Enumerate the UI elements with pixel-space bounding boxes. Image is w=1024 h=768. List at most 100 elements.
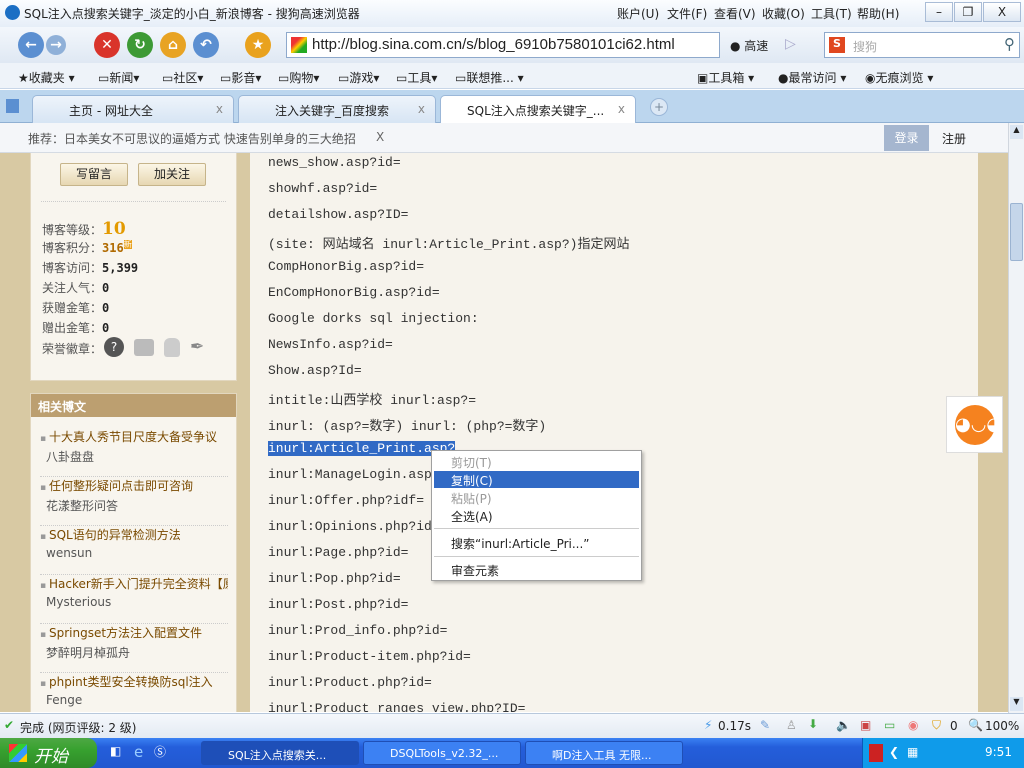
window-title: SQL注入点搜索关键字_淡定的小白_新浪博客 - 搜狗高速浏览器: [24, 7, 360, 21]
edit-icon[interactable]: ✎: [760, 718, 770, 732]
most-visited-button[interactable]: ●最常访问 ▾: [778, 69, 846, 86]
leave-message-button[interactable]: 写留言: [60, 163, 128, 186]
badge-lock-icon[interactable]: [164, 338, 180, 357]
search-icon[interactable]: ⚲: [1004, 35, 1015, 53]
stat-level: 博客等级：10: [42, 219, 126, 239]
status-text[interactable]: 完成 (网页评级: 2 级): [20, 719, 137, 736]
menu-account[interactable]: 账户(U): [617, 5, 659, 22]
related-post[interactable]: 十大真人秀节目尺度大备受争议八卦盘盘: [40, 428, 228, 477]
tray-expand-icon[interactable]: ❮: [889, 745, 899, 759]
menu-item-cut[interactable]: 剪切(T): [434, 453, 639, 470]
tray-app-icon[interactable]: [869, 744, 883, 762]
sogou-logo-icon: [5, 5, 20, 20]
badge-camera-icon[interactable]: [134, 339, 154, 356]
bookmark-news[interactable]: ▭新闻▾: [98, 69, 139, 86]
search-input[interactable]: S 搜狗 ⚲: [824, 32, 1020, 58]
article-line: inurl:Product_ranges_view.php?ID=: [268, 701, 526, 712]
zoom-icon[interactable]: 🔍: [968, 718, 983, 732]
start-button[interactable]: 开始: [0, 738, 97, 768]
screen-icon[interactable]: ▭: [884, 718, 895, 732]
refresh-icon[interactable]: ↻: [127, 32, 153, 58]
article-line: inurl:ManageLogin.asp: [268, 467, 432, 482]
bookmark-favorites[interactable]: ★收藏夹 ▾: [18, 69, 75, 86]
related-posts-title: 相关博文: [31, 394, 236, 417]
bookmark-media[interactable]: ▭影音▾: [220, 69, 261, 86]
menu-favorites[interactable]: 收藏(O): [762, 5, 805, 22]
favorite-star-icon[interactable]: ★: [245, 32, 271, 58]
recommend-text[interactable]: 推荐：日本美女不可思议的逼婚方式 快速告别单身的三大绝招: [28, 130, 356, 147]
bookmark-lenovo[interactable]: ▭联想推... ▾: [455, 69, 524, 86]
back-icon[interactable]: ←: [18, 32, 44, 58]
menu-tools[interactable]: 工具(T): [811, 5, 852, 22]
taskbar-item-dsqltools[interactable]: DSQLTools_v2.32_...: [363, 741, 521, 765]
user-icon[interactable]: ♙: [786, 718, 797, 732]
menu-file[interactable]: 文件(F): [667, 5, 707, 22]
related-post[interactable]: phpint类型安全转换防sql注入Fenge: [40, 673, 228, 712]
scroll-up-icon[interactable]: ▲: [1010, 125, 1023, 139]
quicklaunch-sogou-icon[interactable]: Ⓢ: [154, 743, 166, 760]
shield-icon[interactable]: ⛉: [932, 718, 941, 733]
new-tab-button[interactable]: +: [650, 98, 668, 116]
close-recommend-icon[interactable]: X: [376, 130, 384, 144]
url-text[interactable]: http://blog.sina.com.cn/s/blog_6910b7580…: [312, 36, 675, 53]
download-icon[interactable]: ⬇: [808, 717, 818, 731]
related-post[interactable]: SQL语句的异常检测方法wensun: [40, 526, 228, 575]
toolbox-button[interactable]: ▣工具箱 ▾: [697, 69, 754, 86]
quicklaunch-ie-icon[interactable]: e: [134, 743, 143, 761]
bookmark-community[interactable]: ▭社区▾: [162, 69, 203, 86]
volume-icon[interactable]: 🔈: [836, 718, 851, 732]
close-tab-icon[interactable]: x: [618, 102, 625, 116]
vertical-scrollbar[interactable]: ▲ ▼: [1008, 123, 1024, 713]
clock: 9:51: [985, 745, 1012, 759]
forward-icon[interactable]: →: [46, 35, 66, 55]
address-bar[interactable]: http://blog.sina.com.cn/s/blog_6910b7580…: [286, 32, 720, 58]
related-post[interactable]: Springset方法注入配置文件梦醉明月棹孤舟: [40, 624, 228, 673]
shield-count: 0: [950, 719, 958, 733]
menu-help[interactable]: 帮助(H): [857, 5, 899, 22]
menu-item-copy[interactable]: 复制(C): [434, 471, 639, 488]
badge-pen-icon[interactable]: ✒: [190, 337, 204, 357]
related-post[interactable]: Hacker新手入门提升完全资料【原创Mysterious: [40, 575, 228, 624]
restore-button[interactable]: ❐: [954, 2, 982, 22]
quicklaunch-desktop-icon[interactable]: ◧: [110, 744, 121, 758]
tab-home[interactable]: 主页 - 网址大全 x: [32, 95, 234, 123]
scrollbar-thumb[interactable]: [1010, 203, 1023, 261]
badge-question-icon[interactable]: ?: [104, 337, 124, 357]
menu-item-select-all[interactable]: 全选(A): [434, 507, 639, 524]
register-button[interactable]: 注册: [942, 130, 966, 147]
login-button[interactable]: 登录: [884, 125, 929, 151]
bookmark-shopping[interactable]: ▭购物▾: [278, 69, 319, 86]
scroll-down-icon[interactable]: ▼: [1010, 697, 1023, 711]
follow-button[interactable]: 加关注: [138, 163, 206, 186]
article-line: inurl:Pop.php?id=: [268, 571, 401, 586]
speed-mode-button[interactable]: ● 高速: [730, 37, 768, 54]
go-icon[interactable]: ▷: [785, 36, 796, 52]
taskbar-item-injection-tool[interactable]: 啊D注入工具 无限...: [525, 741, 683, 765]
bookmark-tools[interactable]: ▭工具▾: [396, 69, 437, 86]
taskbar-item-browser[interactable]: SQL注入点搜索关...: [201, 741, 359, 765]
tab-bar: 主页 - 网址大全 x 注入关键字_百度搜索 x SQL注入点搜索关键字_... x …: [0, 90, 1024, 123]
menu-view[interactable]: 查看(V): [714, 5, 756, 22]
bookmark-games[interactable]: ▭游戏▾: [338, 69, 379, 86]
zoom-level[interactable]: 100%: [985, 719, 1019, 733]
incognito-button[interactable]: ◉无痕浏览 ▾: [865, 69, 933, 86]
sidebar-toggle-icon[interactable]: [6, 99, 19, 113]
menu-item-paste[interactable]: 粘贴(P): [434, 489, 639, 506]
minimize-button[interactable]: –: [925, 2, 953, 22]
close-tab-icon[interactable]: x: [418, 102, 425, 116]
floating-widget[interactable]: ◕◡◕: [946, 396, 1003, 453]
close-window-button[interactable]: X: [983, 2, 1021, 22]
close-tab-icon[interactable]: x: [216, 102, 223, 116]
menu-item-inspect[interactable]: 审查元素: [434, 561, 639, 578]
tab-baidu-search[interactable]: 注入关键字_百度搜索 x: [238, 95, 436, 123]
undo-close-icon[interactable]: ↶: [193, 32, 219, 58]
home-icon[interactable]: ⌂: [160, 32, 186, 58]
menu-item-search-selection[interactable]: 搜索“inurl:Article_Pri...”: [434, 534, 639, 551]
incognito-status-icon[interactable]: ◉: [908, 718, 918, 732]
article-line: inurl:Product.php?id=: [268, 675, 432, 690]
clean-icon[interactable]: ▣: [860, 718, 871, 732]
tab-current-blog[interactable]: SQL注入点搜索关键字_... x: [440, 95, 636, 123]
related-post[interactable]: 任何整形疑问点击即可咨询花漾整形问答: [40, 477, 228, 526]
tray-network-icon[interactable]: ▦: [907, 745, 918, 759]
stop-icon[interactable]: ✕: [94, 32, 120, 58]
